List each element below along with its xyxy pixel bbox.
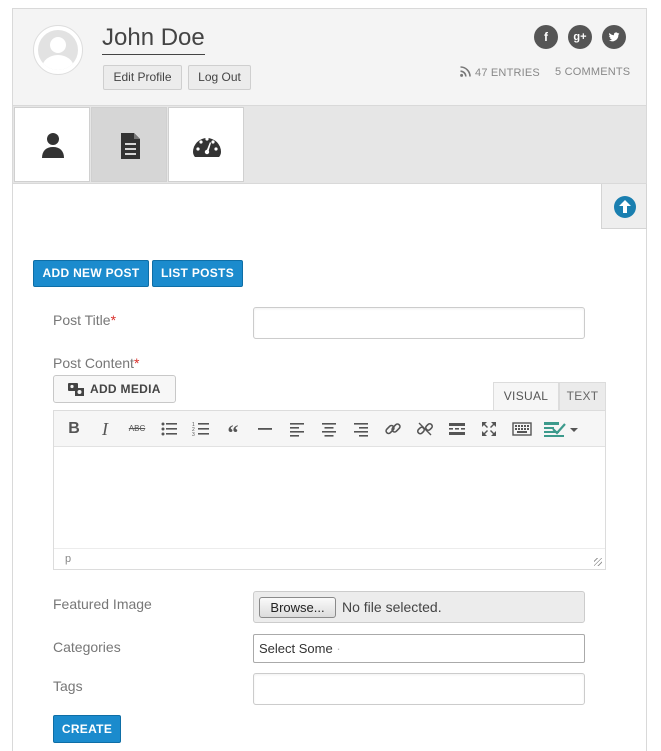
- post-title-input[interactable]: [253, 307, 585, 339]
- italic-icon[interactable]: I: [96, 420, 114, 438]
- user-icon: [42, 133, 64, 158]
- scroll-top-button[interactable]: [601, 184, 647, 229]
- bullet-list-icon[interactable]: [160, 420, 178, 438]
- blockquote-icon[interactable]: “: [224, 420, 242, 445]
- entries-count: 47 ENTRIES: [460, 66, 540, 79]
- tab-text[interactable]: TEXT: [559, 382, 606, 410]
- strikethrough-icon[interactable]: ABC: [127, 420, 147, 438]
- add-media-button[interactable]: ADD MEDIA: [53, 375, 176, 403]
- avatar: [33, 25, 83, 75]
- numbered-list-icon[interactable]: 123: [192, 420, 210, 438]
- list-posts-button[interactable]: LIST POSTS: [152, 260, 243, 287]
- featured-image-label: Featured Image: [53, 596, 152, 612]
- unlink-icon[interactable]: [416, 420, 434, 438]
- user-name: John Doe: [102, 23, 205, 55]
- horizontal-rule-icon[interactable]: [256, 420, 274, 438]
- tab-visual[interactable]: VISUAL: [493, 382, 559, 410]
- arrow-up-circle-icon: [614, 196, 636, 218]
- add-new-post-button[interactable]: ADD NEW POST: [33, 260, 149, 287]
- categories-label: Categories: [53, 639, 121, 655]
- align-right-icon[interactable]: [352, 420, 370, 438]
- svg-text:3: 3: [192, 432, 195, 438]
- rss-icon: [460, 66, 471, 77]
- link-icon[interactable]: [384, 420, 402, 438]
- read-more-icon[interactable]: [448, 420, 466, 438]
- editor-status-bar: p: [54, 548, 605, 569]
- editor-body[interactable]: [54, 448, 605, 548]
- comments-count: 5 COMMENTS: [555, 66, 631, 78]
- tags-label: Tags: [53, 678, 83, 694]
- facebook-icon[interactable]: f: [534, 25, 558, 49]
- profile-panel: John Doe Edit Profile Log Out f g+ 47 EN…: [12, 8, 647, 751]
- align-left-icon[interactable]: [288, 420, 306, 438]
- googleplus-icon[interactable]: g+: [568, 25, 592, 49]
- element-path: p: [65, 553, 72, 565]
- content-editor: B I ABC 123 “ p: [53, 410, 606, 570]
- featured-image-file-input: Browse... No file selected.: [253, 591, 585, 623]
- tab-dashboard[interactable]: [168, 107, 244, 182]
- format-dropdown-icon[interactable]: [543, 420, 579, 438]
- resize-handle-icon[interactable]: [594, 558, 602, 566]
- avatar-placeholder-icon: [38, 30, 78, 70]
- entries-label: 47 ENTRIES: [475, 67, 540, 79]
- profile-header: John Doe Edit Profile Log Out f g+ 47 EN…: [13, 9, 646, 106]
- create-button[interactable]: CREATE: [53, 715, 121, 743]
- document-icon: [121, 133, 140, 159]
- fullscreen-icon[interactable]: [480, 420, 498, 438]
- tab-profile[interactable]: [14, 107, 90, 182]
- twitter-icon[interactable]: [602, 25, 626, 49]
- bold-icon[interactable]: B: [65, 420, 83, 438]
- toolbar-toggle-icon[interactable]: [512, 420, 532, 438]
- file-status: No file selected.: [342, 599, 442, 615]
- logout-button[interactable]: Log Out: [188, 65, 251, 90]
- dashboard-gauge-icon: [193, 137, 221, 157]
- editor-toolbar: B I ABC 123 “: [54, 411, 605, 447]
- tags-input[interactable]: [253, 673, 585, 705]
- browse-button[interactable]: Browse...: [259, 597, 336, 618]
- categories-select[interactable]: Select Some ·: [253, 634, 585, 663]
- post-title-label: Post Title*: [53, 312, 117, 328]
- tab-posts[interactable]: [91, 107, 167, 182]
- edit-profile-button[interactable]: Edit Profile: [103, 65, 182, 90]
- align-center-icon[interactable]: [320, 420, 338, 438]
- media-icon: [68, 383, 84, 396]
- post-content-label: Post Content*: [53, 355, 140, 371]
- tab-bar: [13, 106, 646, 184]
